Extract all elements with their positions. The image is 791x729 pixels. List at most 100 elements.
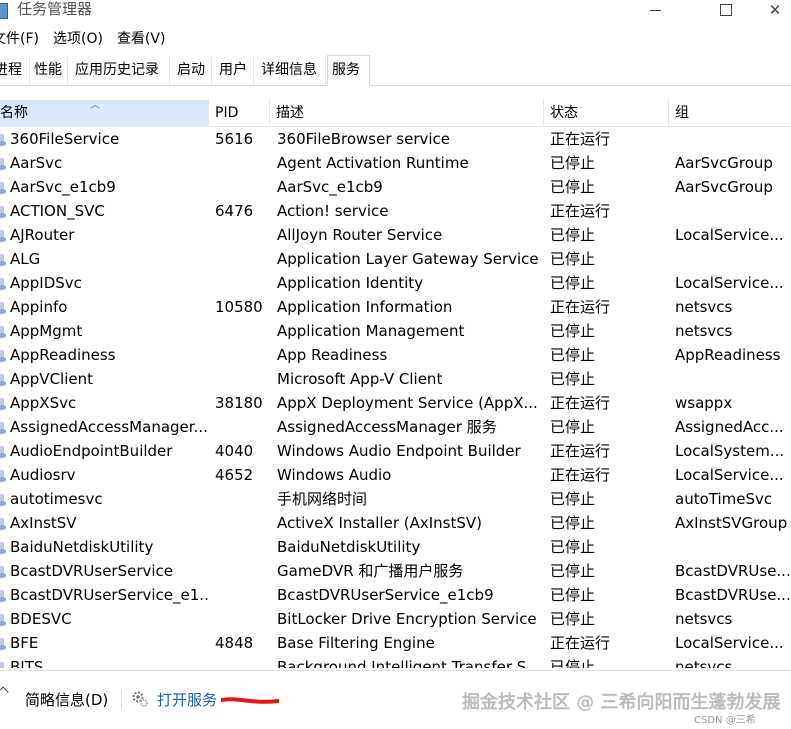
- column-header-pid[interactable]: PID: [209, 100, 270, 126]
- table-row[interactable]: BDESVC BitLocker Drive Encryption Service…: [0, 607, 791, 631]
- cell-group: LocalService...: [675, 634, 784, 652]
- cell-pid: 4040: [215, 442, 254, 460]
- cell-name: ACTION_SVC: [10, 202, 105, 220]
- table-row[interactable]: AppReadiness App Readiness 已停止 AppReadiness: [0, 343, 791, 367]
- tab-performance[interactable]: 性能: [30, 57, 68, 84]
- cell-group: LocalService...: [675, 226, 784, 244]
- tab-app-history[interactable]: 应用历史记录: [71, 57, 170, 84]
- table-row[interactable]: AppMgmt Application Management 已停止 netsvcs: [0, 319, 791, 343]
- cell-description: Windows Audio Endpoint Builder: [277, 442, 521, 460]
- table-row[interactable]: AarSvc Agent Activation Runtime 已停止 AarSvcG…: [0, 151, 791, 175]
- service-icon: [0, 566, 7, 578]
- table-row[interactable]: AssignedAccessManager... AssignedAccessMa…: [0, 415, 791, 439]
- cell-group: netsvcs: [675, 322, 733, 340]
- chevron-up-icon[interactable]: [0, 685, 8, 695]
- column-header-name[interactable]: ︿ 名称: [0, 100, 209, 126]
- table-row[interactable]: Appinfo 10580 Application Information 正在运行 n…: [0, 295, 791, 319]
- footer-bar: 简略信息(D) 打开服务 掘金技术社区 @ 三希向阳而生蓬勃发展 CSDN @三…: [0, 670, 791, 729]
- cell-status: 已停止: [550, 154, 596, 172]
- service-icon: [0, 614, 7, 626]
- cell-group: autoTimeSvc: [675, 490, 773, 508]
- table-row[interactable]: BcastDVRUserService GameDVR 和广播用户服务 已停止 Bca…: [0, 559, 791, 583]
- cell-status: 正在运行: [550, 466, 611, 484]
- cell-group: [675, 199, 791, 223]
- cell-name: BFE: [10, 634, 39, 652]
- service-icon: [0, 638, 7, 650]
- cell-status: 已停止: [550, 346, 596, 364]
- cell-group: netsvcs: [675, 298, 733, 316]
- tab-services[interactable]: 服务: [327, 55, 370, 86]
- cell-status: 已停止: [550, 250, 596, 268]
- service-icon: [0, 134, 7, 146]
- cell-name: AarSvc: [10, 154, 63, 172]
- table-row[interactable]: BFE 4848 Base Filtering Engine 正在运行 LocalSer…: [0, 631, 791, 655]
- cell-status: 已停止: [550, 370, 596, 388]
- service-icon: [0, 470, 7, 482]
- tab-bar: 进程 性能 应用历史记录 启动 用户 详细信息 服务: [0, 55, 791, 86]
- table-row[interactable]: AudioEndpointBuilder 4040 Windows Audio En…: [0, 439, 791, 463]
- cell-description: Agent Activation Runtime: [277, 154, 469, 172]
- cell-group: netsvcs: [675, 658, 733, 668]
- cell-pid: [215, 151, 270, 175]
- service-icon: [0, 542, 7, 554]
- menu-bar: 文件(F) 选项(O) 查看(V): [0, 28, 179, 50]
- cell-pid: [215, 247, 270, 271]
- tab-details[interactable]: 详细信息: [257, 57, 326, 84]
- table-row[interactable]: BaiduNetdiskUtility BaiduNetdiskUtility 已停…: [0, 535, 791, 559]
- tab-users[interactable]: 用户: [215, 57, 254, 84]
- close-button[interactable]: ✕: [752, 0, 791, 20]
- column-header-description[interactable]: 描述: [270, 100, 544, 126]
- cell-status: 已停止: [550, 586, 596, 604]
- cell-group: AxInstSVGroup: [675, 514, 788, 532]
- service-icon: [0, 302, 7, 314]
- cell-name: AppReadiness: [10, 346, 116, 364]
- service-icon: [0, 590, 7, 602]
- cell-pid: [215, 487, 270, 511]
- cell-group: netsvcs: [675, 610, 733, 628]
- column-header-status[interactable]: 状态: [544, 100, 669, 126]
- cell-description: Action! service: [277, 202, 389, 220]
- cell-description: 手机网络时间: [277, 490, 368, 508]
- table-row[interactable]: AppXSvc 38180 AppX Deployment Service (App…: [0, 391, 791, 415]
- cell-description: Microsoft App-V Client: [277, 370, 443, 388]
- table-row[interactable]: AJRouter AllJoyn Router Service 已停止 LocalSe…: [0, 223, 791, 247]
- cell-pid: [215, 559, 270, 583]
- table-row[interactable]: BITS Background Intelligent Transfer S...…: [0, 655, 791, 668]
- table-row[interactable]: ACTION_SVC 6476 Action! service 正在运行: [0, 199, 791, 223]
- cell-status: 已停止: [550, 322, 596, 340]
- tab-processes[interactable]: 进程: [0, 57, 30, 84]
- cell-description: ActiveX Installer (AxInstSV): [277, 514, 483, 532]
- service-icon: [0, 494, 7, 506]
- cell-name: ALG: [10, 250, 41, 268]
- table-row[interactable]: BcastDVRUserService_e1... BcastDVRUserSer…: [0, 583, 791, 607]
- cell-description: BcastDVRUserService_e1cb9: [277, 586, 494, 604]
- minimize-button[interactable]: [632, 0, 678, 20]
- table-row[interactable]: Audiosrv 4652 Windows Audio 正在运行 LocalServic…: [0, 463, 791, 487]
- maximize-button[interactable]: [703, 0, 749, 20]
- column-header-group[interactable]: 组: [669, 100, 791, 126]
- table-row[interactable]: ALG Application Layer Gateway Service 已停止: [0, 247, 791, 271]
- menu-options[interactable]: 选项(O): [53, 28, 103, 50]
- open-services-link[interactable]: 打开服务: [157, 690, 217, 710]
- cell-name: 360FileService: [10, 130, 120, 148]
- table-row[interactable]: autotimesvc 手机网络时间 已停止 autoTimeSvc: [0, 487, 791, 511]
- window-title: 任务管理器: [17, 0, 93, 18]
- cell-pid: 10580: [215, 298, 263, 316]
- brief-info-button[interactable]: 简略信息(D): [25, 690, 108, 710]
- menu-file[interactable]: 文件(F): [0, 28, 39, 50]
- table-row[interactable]: AarSvc_e1cb9 AarSvc_e1cb9 已停止 AarSvcGroup: [0, 175, 791, 199]
- cell-pid: 6476: [215, 202, 254, 220]
- cell-pid: [215, 511, 270, 535]
- cell-pid: [215, 415, 270, 439]
- menu-view[interactable]: 查看(V): [117, 28, 166, 50]
- cell-description: AllJoyn Router Service: [277, 226, 443, 244]
- table-row[interactable]: AxInstSV ActiveX Installer (AxInstSV) 已停止 A…: [0, 511, 791, 535]
- cell-pid: 4652: [215, 466, 254, 484]
- cell-status: 已停止: [550, 538, 596, 556]
- cell-group: [675, 247, 791, 271]
- cell-status: 正在运行: [550, 634, 611, 652]
- table-row[interactable]: AppVClient Microsoft App-V Client 已停止: [0, 367, 791, 391]
- tab-startup[interactable]: 启动: [173, 57, 212, 84]
- table-row[interactable]: AppIDSvc Application Identity 已停止 LocalServ…: [0, 271, 791, 295]
- table-row[interactable]: 360FileService 5616 360FileBrowser service…: [0, 127, 791, 151]
